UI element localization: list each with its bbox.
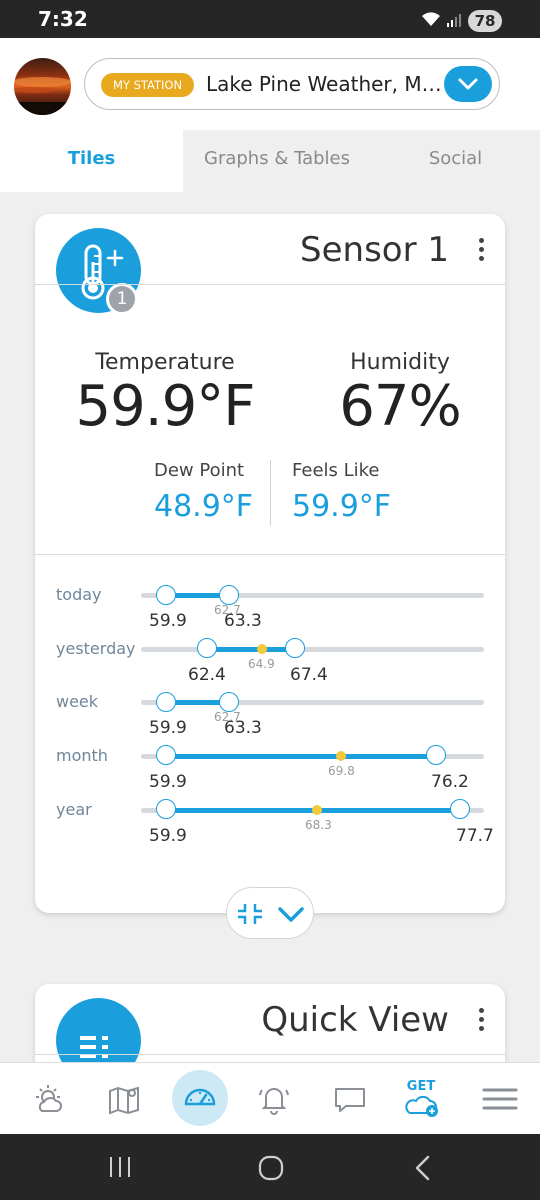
feels-like-value: 59.9°F <box>292 489 392 524</box>
range-max-value: 76.2 <box>431 772 469 792</box>
range-min-value: 59.9 <box>149 611 187 631</box>
range-fill <box>166 754 437 759</box>
tab-tiles[interactable]: Tiles <box>0 130 183 192</box>
humidity-value: 67% <box>339 374 461 439</box>
system-navigation-bar <box>0 1134 540 1200</box>
dashboard-icon[interactable] <box>172 1070 228 1126</box>
range-min-value: 59.9 <box>149 826 187 846</box>
range-min-knob <box>156 585 176 605</box>
weather-icon[interactable] <box>24 1073 76 1125</box>
range-min-knob <box>156 745 176 765</box>
divider <box>35 1054 505 1055</box>
tab-bar: Tiles Graphs & Tables Social <box>0 130 540 192</box>
dew-point-value: 48.9°F <box>154 489 254 524</box>
dew-point-label: Dew Point <box>154 460 245 481</box>
battery-indicator: 78 <box>468 10 502 32</box>
home-icon[interactable] <box>258 1155 284 1181</box>
more-options-icon[interactable] <box>477 1008 485 1036</box>
station-name: Lake Pine Weather, Me... <box>206 72 442 96</box>
get-cloud-icon[interactable]: GET <box>404 1073 456 1125</box>
range-min-value: 62.4 <box>188 665 226 685</box>
collapse-icon[interactable] <box>236 902 264 926</box>
divider <box>35 284 505 285</box>
range-min-knob <box>156 692 176 712</box>
temperature-label: Temperature <box>95 350 235 375</box>
humidity-label: Humidity <box>350 350 450 375</box>
sensor-card: 1 Sensor 1 Temperature 59.9°F Humidity 6… <box>35 214 505 939</box>
bottom-navigation: GET <box>0 1062 540 1134</box>
recent-apps-icon[interactable] <box>108 1156 132 1178</box>
more-options-icon[interactable] <box>477 238 485 266</box>
temperature-value: 59.9°F <box>75 374 256 439</box>
map-icon[interactable] <box>98 1073 150 1125</box>
tab-graphs-tables[interactable]: Graphs & Tables <box>183 130 371 192</box>
wifi-icon <box>422 12 440 26</box>
range-min-knob <box>197 638 217 658</box>
avatar[interactable] <box>14 58 71 115</box>
range-label-month: month <box>56 746 108 765</box>
range-min-value: 59.9 <box>149 718 187 738</box>
signal-icon <box>447 14 461 27</box>
status-time: 7:32 <box>38 7 88 31</box>
range-max-value: 67.4 <box>290 665 328 685</box>
range-min-knob <box>156 799 176 819</box>
card-title: Quick View <box>261 1000 449 1040</box>
range-max-knob <box>219 692 239 712</box>
chevron-down-icon[interactable] <box>275 902 307 926</box>
alerts-icon[interactable] <box>248 1073 300 1125</box>
card-title: Sensor 1 <box>300 230 449 270</box>
station-dropdown-button[interactable] <box>444 66 492 102</box>
range-avg-value: 64.9 <box>248 657 275 671</box>
range-label-today: today <box>56 585 102 604</box>
range-avg-marker <box>312 805 322 815</box>
my-station-badge: MY STATION <box>101 73 195 97</box>
card-expand-controls <box>226 887 314 939</box>
range-avg-marker <box>336 751 346 761</box>
app-header: MY STATION Lake Pine Weather, Me... <box>0 38 540 130</box>
range-max-knob <box>285 638 305 658</box>
range-label-week: week <box>56 692 99 711</box>
station-selector[interactable]: MY STATION Lake Pine Weather, Me... <box>84 58 500 110</box>
divider <box>270 460 271 526</box>
range-max-knob <box>426 745 446 765</box>
range-label-year: year <box>56 800 92 819</box>
divider <box>35 554 505 555</box>
status-bar: 7:32 78 <box>0 0 540 38</box>
sensor-number-badge: 1 <box>106 283 138 315</box>
range-avg-value: 69.8 <box>328 764 355 778</box>
range-track <box>141 647 484 652</box>
back-icon[interactable] <box>413 1155 433 1181</box>
range-max-knob <box>219 585 239 605</box>
chevron-down-icon <box>458 78 478 90</box>
range-label-yesterday: yesterday <box>56 639 136 658</box>
range-max-value: 63.3 <box>224 611 262 631</box>
range-fill <box>207 647 295 652</box>
tab-social[interactable]: Social <box>371 130 540 192</box>
sunset-photo <box>14 77 71 115</box>
menu-icon[interactable] <box>474 1073 526 1125</box>
feels-like-label: Feels Like <box>292 460 380 481</box>
range-avg-marker <box>257 644 267 654</box>
get-label: GET <box>406 1079 436 1094</box>
range-avg-value: 68.3 <box>305 818 332 832</box>
range-max-value: 63.3 <box>224 718 262 738</box>
chat-icon[interactable] <box>324 1073 376 1125</box>
range-max-knob <box>450 799 470 819</box>
range-max-value: 77.7 <box>456 826 494 846</box>
range-min-value: 59.9 <box>149 772 187 792</box>
